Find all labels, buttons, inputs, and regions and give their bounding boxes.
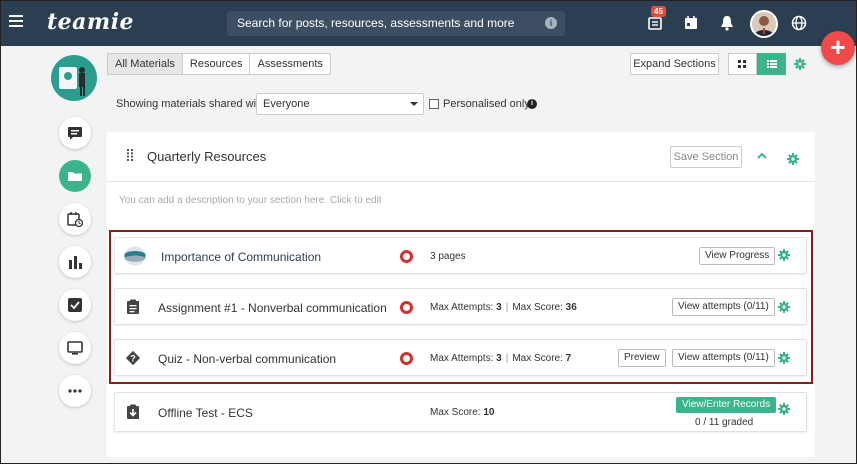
app-logo[interactable]: teamie [47,9,134,35]
search-placeholder: Search for posts, resources, assessments… [237,16,515,30]
add-fab-button[interactable]: + [821,31,855,65]
folder-icon [68,172,82,181]
selection-highlight [109,230,813,384]
item-settings-gear-icon[interactable] [778,403,790,415]
list-item[interactable]: Offline Test - ECS Max Score: 10 View/En… [114,392,807,432]
calendar-icon[interactable] [682,14,700,32]
tab-all-materials[interactable]: All Materials [107,53,183,75]
sidebar-item-schedule[interactable] [59,203,91,235]
material-filter-tabs: All Materials Resources Assessments [107,53,331,75]
offline-test-download-icon [127,404,139,419]
shared-with-label: Showing materials shared with [116,98,266,110]
search-info-icon[interactable]: i [545,17,557,29]
list-icon [767,60,777,68]
graded-count: 0 / 11 graded [695,417,754,428]
sidebar-item-discussions[interactable] [59,117,91,149]
notification-count-badge: 45 [651,6,666,17]
tab-resources[interactable]: Resources [182,53,251,75]
search-input[interactable]: Search for posts, resources, assessments… [227,11,565,36]
personalised-only-checkbox[interactable] [429,99,439,109]
class-avatar[interactable] [51,55,97,101]
calendar-clock-icon [67,212,83,227]
section-description[interactable]: You can add a description to your sectio… [119,195,382,206]
personalised-only-label: Personalised only [443,98,530,110]
section-settings-gear-icon[interactable] [787,153,799,165]
section-title[interactable]: Quarterly Resources [147,149,266,164]
max-score-value: 10 [483,407,495,418]
menu-icon[interactable] [9,15,23,27]
view-enter-records-button[interactable]: View/Enter Records [676,397,777,413]
toolbar-settings-gear-icon[interactable] [794,58,806,70]
sidebar-item-live-session[interactable] [59,332,91,364]
sidebar-item-tasks[interactable] [59,289,91,321]
sidebar-item-materials[interactable] [59,160,91,192]
top-bar: teamie Search for posts, resources, asse… [1,1,856,46]
bell-icon[interactable] [718,14,736,32]
globe-icon[interactable] [790,14,808,32]
chat-icon [68,127,82,140]
grid-view-button[interactable] [728,53,757,75]
section-divider [107,181,815,182]
item-title[interactable]: Offline Test - ECS [158,406,253,420]
list-view-button[interactable] [757,53,786,75]
expand-sections-button[interactable]: Expand Sections [630,53,719,75]
item-meta: Max Score: 10 [430,407,494,418]
checkbox-icon [68,298,82,312]
bar-chart-icon [69,256,82,269]
shared-with-select[interactable]: Everyone [256,93,424,115]
shared-with-value: Everyone [263,98,310,110]
more-icon [68,389,82,393]
monitor-icon [67,341,83,355]
drag-handle-icon[interactable] [127,149,133,161]
user-avatar[interactable] [750,10,778,38]
grid-icon [738,60,746,68]
max-score-label: Max Score: [430,407,481,418]
chevron-down-icon [410,102,418,106]
info-icon[interactable]: i [527,99,537,109]
save-section-button[interactable]: Save Section [670,146,742,168]
chevron-up-icon[interactable] [757,152,767,160]
sidebar-item-analytics[interactable] [59,246,91,278]
tab-assessments[interactable]: Assessments [250,53,331,75]
sidebar-item-more[interactable] [59,375,91,407]
